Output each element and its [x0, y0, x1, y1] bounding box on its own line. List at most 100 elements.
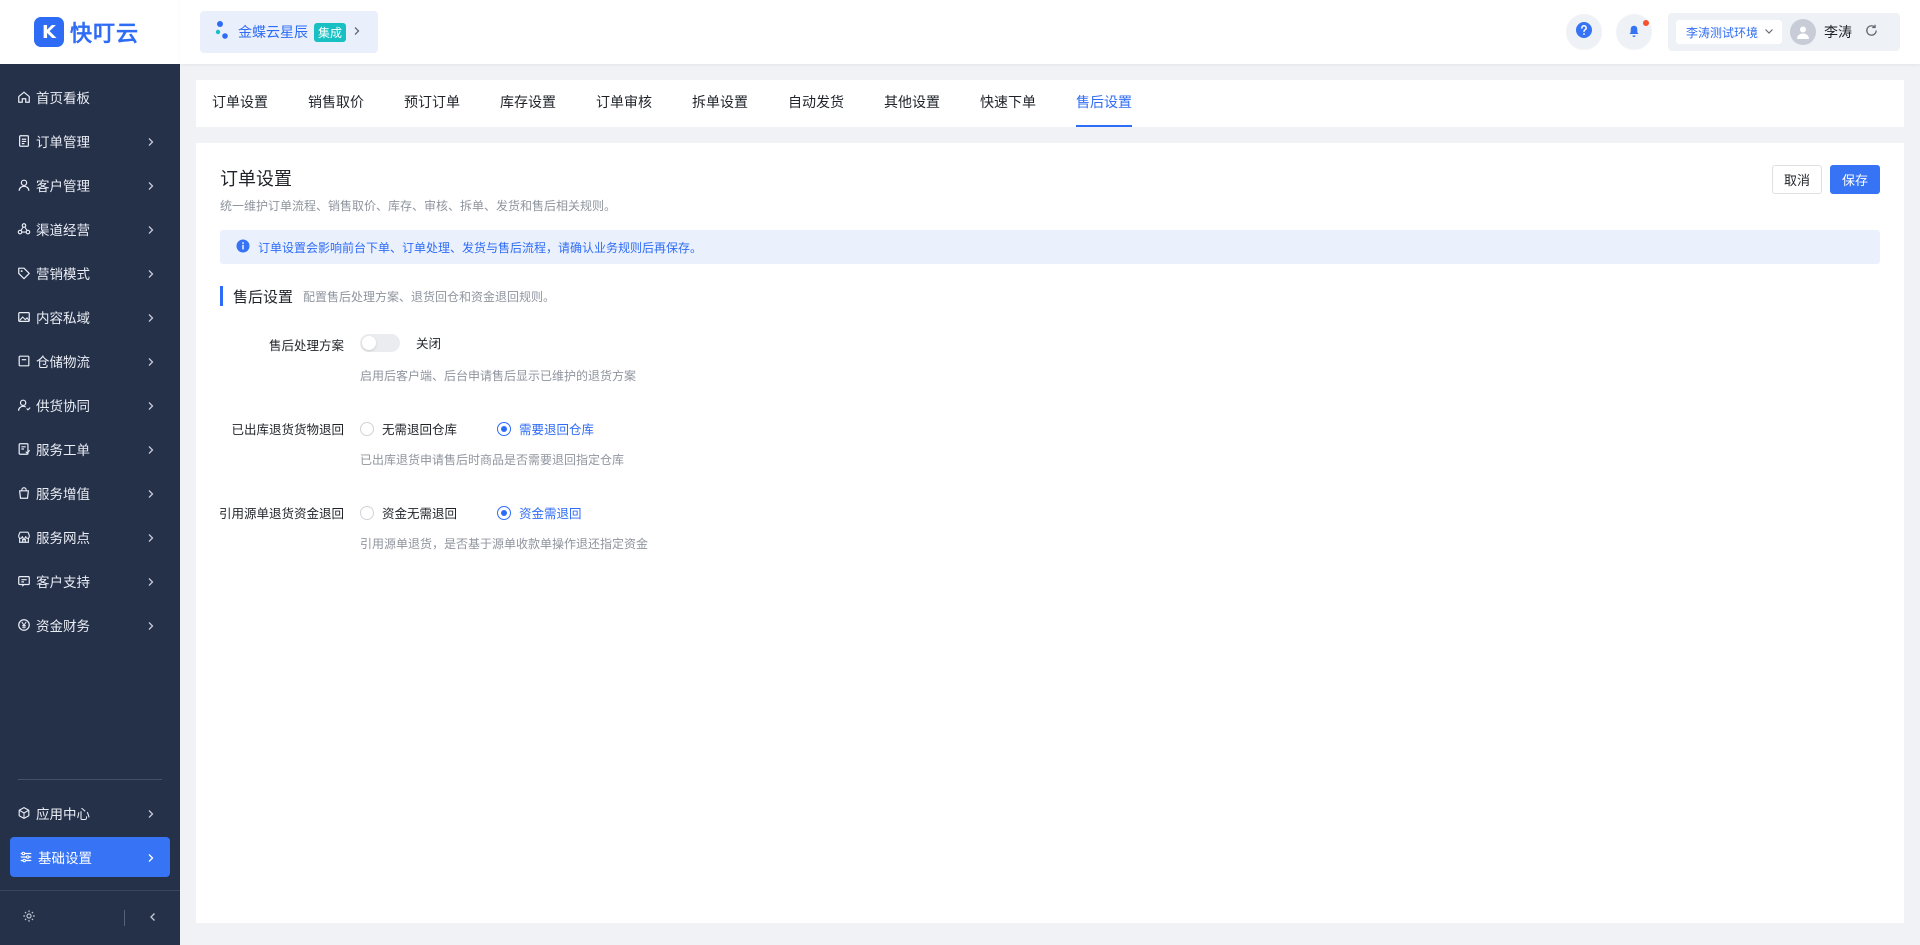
- radio-circle-selected: [497, 505, 512, 520]
- radio-no-return-warehouse[interactable]: 无需退回仓库: [360, 419, 457, 438]
- sidebar-item-value-added[interactable]: 服务增值: [0, 471, 180, 515]
- user-panel: 李涛测试环境 李涛: [1668, 13, 1900, 51]
- sidebar-item-label: 订单管理: [36, 135, 90, 151]
- chevron-right-icon: [146, 223, 158, 235]
- chevron-right-icon: [146, 575, 158, 587]
- chevron-right-icon: [146, 531, 158, 543]
- box-icon: [16, 353, 32, 369]
- tab-other-settings[interactable]: 其他设置: [884, 80, 940, 127]
- sidebar: K 快叮云 首页看板 订单管理 客户管理 渠道经营 营销模式 内容私域 仓储物流…: [0, 0, 180, 945]
- cube-icon: [16, 805, 32, 821]
- tab-split-settings[interactable]: 拆单设置: [692, 80, 748, 127]
- user-name[interactable]: 李涛: [1824, 22, 1852, 42]
- sidebar-item-label: 首页看板: [36, 91, 90, 107]
- sidebar-item-label: 基础设置: [38, 851, 92, 867]
- integration-badge: 集成: [314, 22, 347, 42]
- tab-inventory-settings[interactable]: 库存设置: [500, 80, 556, 127]
- save-button[interactable]: 保存: [1830, 165, 1880, 194]
- info-alert: 订单设置会影响前台下单、订单处理、发货与售后流程，请确认业务规则后再保存。: [220, 230, 1880, 264]
- settings-tabs: 订单设置 销售取价 预订订单 库存设置 订单审核 拆单设置 自动发货 其他设置 …: [196, 80, 1904, 127]
- sidebar-item-label: 营销模式: [36, 267, 90, 283]
- after-sales-plan-switch[interactable]: [360, 333, 400, 352]
- cancel-button[interactable]: 取消: [1772, 165, 1822, 194]
- sidebar-bottom-nav: 应用中心 基础设置: [0, 791, 180, 877]
- tab-auto-shipping[interactable]: 自动发货: [788, 80, 844, 127]
- fund-return-help: 引用源单退货，是否基于源单收款单操作退还指定资金: [360, 537, 649, 551]
- sidebar-item-label: 服务网点: [36, 531, 90, 547]
- radio-fund-return[interactable]: 资金需退回: [497, 503, 582, 522]
- chevron-right-icon: [146, 355, 158, 367]
- tab-quick-order[interactable]: 快速下单: [980, 80, 1036, 127]
- radio-label: 资金需退回: [519, 506, 582, 521]
- support-icon: [16, 573, 32, 589]
- sidebar-settings-button[interactable]: [0, 909, 124, 927]
- tab-order-review[interactable]: 订单审核: [596, 80, 652, 127]
- after-sales-plan-control: 关闭: [360, 333, 441, 352]
- sidebar-footer: [0, 890, 180, 945]
- section-header: 售后设置 配置售后处理方案、退货回仓和资金退回规则。: [220, 286, 555, 306]
- avatar[interactable]: [1790, 19, 1817, 45]
- sidebar-item-warehouse[interactable]: 仓储物流: [0, 339, 180, 383]
- sidebar-item-channels[interactable]: 渠道经营: [0, 207, 180, 251]
- shipped-return-label: 已出库退货货物退回: [231, 422, 344, 437]
- home-icon: [16, 89, 32, 105]
- radio-need-return-warehouse[interactable]: 需要退回仓库: [497, 419, 594, 438]
- notifications-button[interactable]: [1616, 14, 1652, 50]
- user-icon: [16, 177, 32, 193]
- sidebar-item-outlets[interactable]: 服务网点: [0, 515, 180, 559]
- sidebar-item-marketing[interactable]: 营销模式: [0, 251, 180, 295]
- environment-label: 李涛测试环境: [1686, 25, 1759, 40]
- kingdee-logo-icon: [214, 19, 232, 45]
- sidebar-item-content[interactable]: 内容私域: [0, 295, 180, 339]
- radio-circle: [360, 505, 374, 520]
- chevron-right-icon: [146, 135, 158, 147]
- sidebar-collapse-button[interactable]: [125, 911, 180, 926]
- radio-label: 资金无需退回: [382, 506, 458, 521]
- shipped-return-help: 已出库退货申请售后时商品是否需要退回指定仓库: [360, 453, 625, 467]
- tab-after-sales[interactable]: 售后设置: [1076, 80, 1132, 127]
- sidebar-item-service-tickets[interactable]: 服务工单: [0, 427, 180, 471]
- sidebar-item-customers[interactable]: 客户管理: [0, 163, 180, 207]
- chevron-right-icon: [146, 179, 158, 191]
- alert-text: 订单设置会影响前台下单、订单处理、发货与售后流程，请确认业务规则后再保存。: [258, 240, 703, 255]
- store-icon: [16, 529, 32, 545]
- radio-circle: [360, 421, 374, 436]
- brand-logo-mark: K: [34, 17, 64, 47]
- chevron-right-icon: [146, 487, 158, 499]
- sidebar-item-label: 供货协同: [36, 399, 90, 415]
- environment-select[interactable]: 李涛测试环境: [1676, 20, 1783, 44]
- sidebar-item-app-center[interactable]: 应用中心: [0, 791, 180, 835]
- business-switcher[interactable]: 金蝶云星辰 集成: [200, 11, 378, 53]
- sidebar-item-dashboard[interactable]: 首页看板: [0, 75, 180, 119]
- help-button[interactable]: [1566, 14, 1602, 50]
- chevron-right-icon: [146, 807, 158, 819]
- chevron-right-icon: [146, 399, 158, 411]
- fund-return-radio-group: 资金无需退回 资金需退回: [360, 503, 612, 522]
- brand-logo[interactable]: K 快叮云: [0, 0, 180, 64]
- sidebar-item-basic-settings[interactable]: 基础设置: [10, 837, 170, 877]
- sidebar-item-label: 应用中心: [36, 807, 90, 823]
- user-avatar-icon: [1797, 26, 1810, 39]
- sidebar-item-label: 内容私域: [36, 311, 90, 327]
- tab-order-settings[interactable]: 订单设置: [212, 80, 268, 127]
- radio-no-fund-return[interactable]: 资金无需退回: [360, 503, 457, 522]
- business-name: 金蝶云星辰: [238, 25, 308, 41]
- sidebar-item-orders[interactable]: 订单管理: [0, 119, 180, 163]
- sidebar-item-label: 客户管理: [36, 179, 90, 195]
- gear-icon: [22, 909, 36, 927]
- chevron-right-icon: [146, 851, 158, 863]
- bell-icon: [1626, 22, 1642, 42]
- sidebar-item-finance[interactable]: 资金财务: [0, 603, 180, 647]
- chevron-right-icon: [352, 25, 362, 40]
- refresh-icon[interactable]: [1864, 23, 1879, 42]
- tab-sales-pricing[interactable]: 销售取价: [308, 80, 364, 127]
- top-header: 金蝶云星辰 集成 李涛测试环境 李涛: [180, 0, 1920, 64]
- chevron-right-icon: [146, 619, 158, 631]
- notification-dot: [1643, 20, 1649, 26]
- sidebar-item-supply[interactable]: 供货协同: [0, 383, 180, 427]
- radio-circle-selected: [497, 421, 512, 436]
- fund-return-label: 引用源单退货资金退回: [218, 506, 344, 521]
- tab-preorders[interactable]: 预订订单: [404, 80, 460, 127]
- section-description: 配置售后处理方案、退货回仓和资金退回规则。: [303, 289, 556, 304]
- sidebar-item-support[interactable]: 客户支持: [0, 559, 180, 603]
